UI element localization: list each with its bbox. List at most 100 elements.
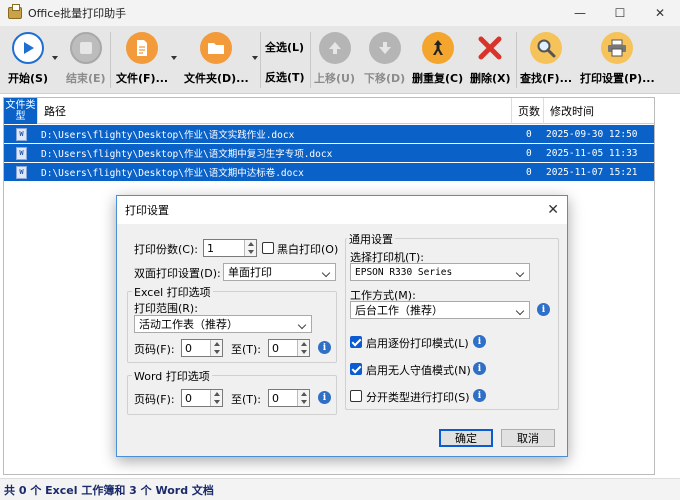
table-row[interactable]: W D:\Users\flighty\Desktop\作业\语文实践作业.doc…	[4, 125, 654, 143]
toolbar-separator	[310, 32, 311, 88]
file-label: 文件(F)...	[116, 72, 169, 85]
cancel-button[interactable]: 取消	[501, 429, 555, 447]
file-dropdown-arrow[interactable]	[171, 56, 177, 60]
stop-icon	[69, 32, 102, 64]
column-header-type[interactable]: 文件类型	[4, 98, 38, 124]
row-type-cell: W	[4, 163, 38, 181]
bw-print-checkbox[interactable]	[262, 242, 274, 254]
row-path: D:\Users\flighty\Desktop\作业\语文期中复习生字专项.d…	[41, 149, 333, 160]
excel-group-title: Excel 打印选项	[132, 284, 213, 300]
excel-page-to-stepper[interactable]: 0	[268, 339, 310, 357]
column-header-pages[interactable]: 页数	[512, 98, 544, 124]
minimize-button[interactable]: —	[560, 0, 600, 26]
start-button[interactable]: 开始(S)	[8, 32, 48, 86]
play-icon	[11, 32, 44, 64]
start-label: 开始(S)	[8, 72, 48, 85]
close-button[interactable]: ✕	[640, 0, 680, 26]
word-doc-icon: W	[16, 127, 27, 141]
move-up-button[interactable]: 上移(U)	[314, 32, 355, 86]
copies-label: 打印份数(C):	[134, 243, 198, 256]
column-header-modified[interactable]: 修改时间	[544, 98, 654, 124]
table-row[interactable]: W D:\Users\flighty\Desktop\作业\语文期中复习生字专项…	[4, 144, 654, 162]
find-label: 查找(F)...	[520, 72, 573, 85]
word-page-from-label: 页码(F):	[134, 393, 175, 406]
copies-stepper[interactable]: 1	[203, 239, 257, 257]
file-icon	[126, 32, 159, 64]
dialog-close-button[interactable]: ✕	[547, 202, 559, 218]
word-page-to-label: 至(T):	[231, 393, 262, 406]
word-doc-icon: W	[16, 146, 27, 160]
spin-arrows-icon[interactable]	[244, 240, 256, 256]
bw-print-label: 黑白打印(O)	[277, 243, 339, 256]
status-bar: 共 0 个 Excel 工作簿和 3 个 Word 文档	[0, 478, 680, 500]
excel-page-from-stepper[interactable]: 0	[181, 339, 223, 357]
excel-page-from-value: 0	[185, 341, 192, 355]
ok-button[interactable]: 确定	[439, 429, 493, 447]
dialog-title: 打印设置	[125, 204, 169, 217]
move-down-label: 下移(D)	[364, 72, 406, 85]
info-icon[interactable]: i	[318, 391, 331, 404]
folder-icon	[200, 32, 233, 64]
select-all-button[interactable]: 全选(L)	[265, 39, 304, 55]
word-group-title: Word 打印选项	[132, 368, 212, 384]
duplex-value: 单面打印	[228, 266, 272, 279]
separate-types-label: 分开类型进行打印(S)	[366, 391, 470, 404]
word-page-to-stepper[interactable]: 0	[268, 389, 310, 407]
duplex-select[interactable]: 单面打印	[223, 263, 336, 281]
print-settings-label: 打印设置(P)...	[580, 72, 655, 85]
table-row[interactable]: W D:\Users\flighty\Desktop\作业\语文期中达标卷.do…	[4, 163, 654, 181]
chevron-down-icon	[515, 268, 525, 278]
info-icon[interactable]: i	[473, 362, 486, 375]
collate-checkbox[interactable]	[350, 336, 362, 348]
row-pages: 0	[526, 128, 532, 140]
chevron-down-icon	[297, 320, 307, 330]
print-settings-button[interactable]: 打印设置(P)...	[580, 32, 655, 86]
maximize-button[interactable]: ☐	[600, 0, 640, 26]
printer-value: EPSON R330 Series	[355, 266, 453, 278]
excel-page-to-value: 0	[272, 341, 279, 355]
separate-types-checkbox[interactable]	[350, 390, 362, 402]
start-dropdown-arrow[interactable]	[52, 56, 58, 60]
toolbar-separator	[260, 32, 261, 88]
add-folder-button[interactable]: 文件夹(D)...	[184, 32, 249, 86]
word-page-from-stepper[interactable]: 0	[181, 389, 223, 407]
spin-arrows-icon[interactable]	[210, 390, 222, 406]
move-down-button[interactable]: 下移(D)	[364, 32, 405, 86]
add-file-button[interactable]: 文件(F)...	[116, 32, 168, 86]
vertical-scrollbar[interactable]	[656, 97, 678, 475]
folder-label: 文件夹(D)...	[184, 72, 249, 85]
unattended-checkbox[interactable]	[350, 363, 362, 375]
move-up-label: 上移(U)	[314, 72, 355, 85]
invert-selection-button[interactable]: 反选(T)	[265, 69, 305, 85]
work-mode-value: 后台工作（推荐）	[355, 304, 443, 317]
delete-x-icon	[474, 32, 506, 64]
find-button[interactable]: 查找(F)...	[520, 32, 572, 86]
column-header-path[interactable]: 路径	[38, 98, 512, 124]
merge-arrow-icon	[421, 32, 454, 64]
stop-label: 结束(E)	[66, 72, 106, 85]
row-path: D:\Users\flighty\Desktop\作业\语文实践作业.docx	[41, 130, 295, 141]
info-icon[interactable]: i	[473, 389, 486, 402]
excel-page-to-label: 至(T):	[231, 343, 262, 356]
window-controls: — ☐ ✕	[560, 0, 680, 26]
folder-dropdown-arrow[interactable]	[252, 56, 258, 60]
delete-button[interactable]: 删除(X)	[470, 32, 511, 86]
spin-arrows-icon[interactable]	[297, 340, 309, 356]
word-page-from-value: 0	[185, 391, 192, 405]
info-icon[interactable]: i	[537, 303, 550, 316]
table-header: 文件类型 路径 页数 修改时间	[4, 98, 654, 124]
info-icon[interactable]: i	[473, 335, 486, 348]
work-mode-select[interactable]: 后台工作（推荐）	[350, 301, 530, 319]
printer-app-icon	[8, 4, 22, 19]
range-value: 活动工作表（推荐）	[139, 318, 238, 331]
spin-arrows-icon[interactable]	[210, 340, 222, 356]
info-icon[interactable]: i	[318, 341, 331, 354]
stop-button[interactable]: 结束(E)	[66, 32, 106, 86]
spin-arrows-icon[interactable]	[297, 390, 309, 406]
printer-select[interactable]: EPSON R330 Series	[350, 263, 530, 281]
remove-duplicates-button[interactable]: 删重复(C)	[412, 32, 463, 86]
title-bar: Office批量打印助手 — ☐ ✕	[0, 0, 680, 26]
collate-label: 启用逐份打印模式(L)	[366, 337, 469, 350]
print-range-select[interactable]: 活动工作表（推荐）	[134, 315, 312, 333]
toolbar-separator	[110, 32, 111, 88]
